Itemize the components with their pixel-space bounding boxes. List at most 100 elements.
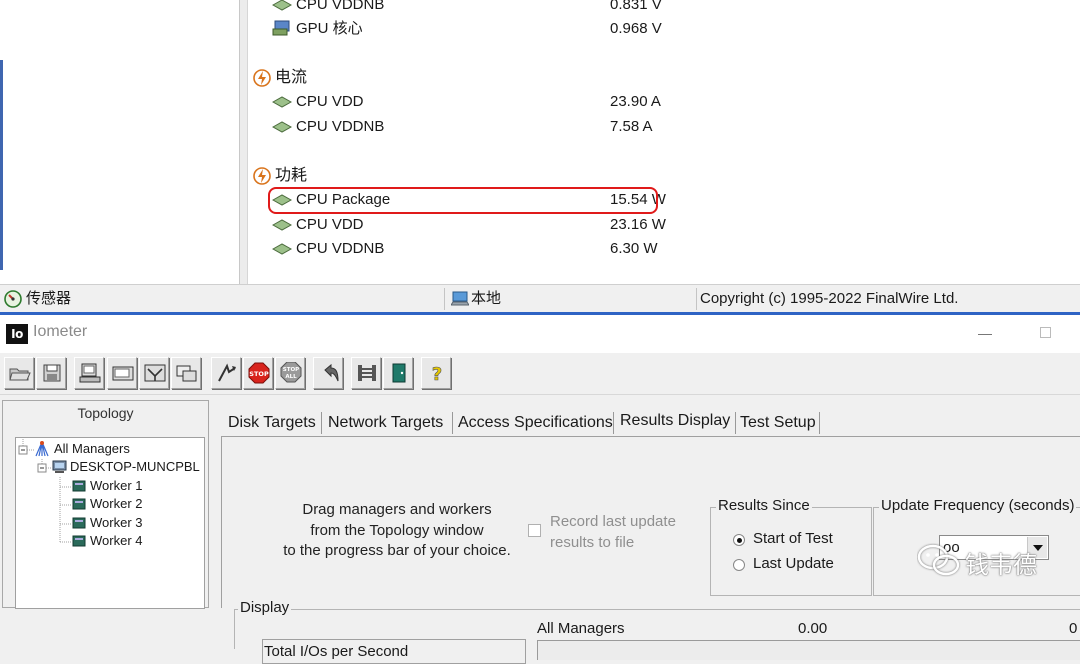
tab-separator	[735, 412, 736, 434]
chip-icon	[272, 96, 292, 108]
sensor-row[interactable]: CPU VDDNB 6.30 W	[272, 238, 672, 260]
start-disk-worker-button[interactable]	[74, 357, 104, 389]
sensor-value: 23.16 W	[610, 216, 666, 233]
exit-button[interactable]	[383, 357, 413, 389]
worker-icon	[72, 498, 86, 510]
tree-label: All Managers	[54, 441, 130, 456]
tab-results-display[interactable]: Results Display	[620, 408, 730, 434]
radio-label: Last Update	[753, 555, 834, 572]
record-label-line: Record last update	[550, 513, 676, 530]
svg-text:STOP: STOP	[283, 367, 299, 373]
tree-label: DESKTOP-MUNCPBL	[70, 459, 200, 474]
tab-access-specifications[interactable]: Access Specifications	[458, 410, 613, 436]
lightning-icon	[253, 167, 271, 185]
worker-icon	[72, 535, 86, 547]
results-since-group: Results Since Start of Test Last Update	[710, 497, 872, 596]
tab-separator	[613, 412, 614, 434]
display-group: Display Total I/Os per Second All Manage…	[234, 599, 1080, 664]
sensor-label: CPU VDDNB	[296, 118, 385, 135]
sensor-value: 0.968 V	[610, 20, 662, 37]
progress-bar-max: 0	[1069, 620, 1078, 637]
copy-worker-button[interactable]	[171, 357, 201, 389]
add-manager-button[interactable]	[139, 357, 169, 389]
tab-test-setup[interactable]: Test Setup	[740, 410, 816, 436]
start-network-worker-icon	[112, 366, 134, 381]
tab-separator	[452, 412, 453, 434]
sensor-label: GPU 核心	[296, 20, 363, 37]
tree-label: Worker 1	[90, 478, 143, 493]
start-tests-button[interactable]	[211, 357, 241, 389]
update-frequency-legend: Update Frequency (seconds)	[879, 497, 1077, 514]
gpu-icon	[272, 20, 290, 36]
save-icon	[43, 364, 61, 382]
start-network-worker-button[interactable]	[107, 357, 137, 389]
disconnect-icon	[358, 365, 376, 381]
record-results-label: Record last update results to file	[550, 512, 676, 553]
record-results-checkbox[interactable]	[528, 524, 541, 537]
sensor-row[interactable]: CPU VDDNB 0.831 V	[272, 0, 672, 16]
minimize-button[interactable]	[978, 334, 992, 335]
category-label: 功耗	[275, 167, 308, 184]
start-disk-worker-icon	[79, 363, 101, 383]
progress-bar[interactable]	[537, 640, 1080, 660]
sensor-value: 6.30 W	[610, 240, 658, 257]
sensor-row[interactable]: CPU VDD 23.90 A	[272, 91, 672, 113]
tab-separator	[819, 412, 820, 434]
worker-icon	[72, 480, 86, 492]
help-button[interactable]: ?	[421, 357, 451, 389]
status-separator	[696, 288, 697, 310]
sensor-row[interactable]: CPU VDD 23.16 W	[272, 214, 672, 236]
sensor-value: 23.90 A	[610, 93, 661, 110]
tree-label: Worker 3	[90, 515, 143, 530]
wechat-watermark: 钱韦德	[917, 541, 1067, 579]
sensor-label: CPU VDD	[296, 93, 364, 110]
svg-text:?: ?	[432, 364, 442, 384]
aida64-window: CPU VDDNB 0.831 V GPU 核心 0.968 V 电流 CPU …	[0, 0, 1080, 315]
stop-button[interactable]: STOP	[243, 357, 273, 389]
instruction-line: from the Topology window	[310, 521, 484, 539]
progress-bar-target-label: All Managers	[537, 620, 625, 637]
drag-instructions: Drag managers and workers from the Topol…	[267, 500, 527, 562]
progress-bar-value: 0.00	[798, 620, 828, 637]
stop-all-button[interactable]: STOP ALL	[275, 357, 305, 389]
sensor-row[interactable]: CPU VDDNB 7.58 A	[272, 116, 672, 138]
add-manager-icon	[144, 364, 166, 382]
instruction-line: to the progress bar of your choice.	[283, 542, 511, 559]
managers-icon	[35, 441, 49, 457]
sensor-label: CPU VDDNB	[296, 0, 385, 13]
sensor-tree-panel	[0, 0, 240, 284]
sensor-row[interactable]: GPU 核心 0.968 V	[272, 18, 672, 40]
help-icon: ?	[431, 364, 442, 384]
tree-label: Worker 2	[90, 496, 143, 511]
tab-network-targets[interactable]: Network Targets	[328, 410, 443, 436]
gauge-icon	[4, 290, 22, 308]
open-button[interactable]	[4, 357, 34, 389]
record-label-line: results to file	[550, 533, 635, 551]
status-location-label: 本地	[471, 290, 502, 307]
wechat-icon	[917, 544, 960, 576]
sensor-value: 7.58 A	[610, 118, 653, 135]
radio-start-of-test[interactable]	[733, 534, 745, 546]
sensor-label: CPU VDD	[296, 216, 364, 233]
worker-icon	[72, 517, 86, 529]
instruction-line: Drag managers and workers	[302, 501, 492, 518]
metric-selector[interactable]: Total I/Os per Second	[262, 639, 526, 664]
sensor-value: 0.831 V	[610, 0, 662, 13]
results-since-legend: Results Since	[716, 497, 812, 514]
reset-workers-button[interactable]	[313, 357, 343, 389]
topology-panel: Topology All Managers DESKTOP-MUNCPBL Wo…	[2, 400, 209, 609]
radio-last-update[interactable]	[733, 559, 745, 571]
highlight-annotation	[268, 187, 658, 214]
maximize-button[interactable]	[1040, 327, 1051, 338]
start-tests-icon	[218, 363, 236, 382]
save-button[interactable]	[36, 357, 66, 389]
category-label: 电流	[275, 69, 308, 86]
tab-disk-targets[interactable]: Disk Targets	[228, 410, 316, 436]
tab-separator	[321, 412, 322, 434]
status-sensor-label: 传感器	[26, 290, 72, 307]
window-title: Iometer	[33, 323, 88, 340]
chip-icon	[272, 243, 292, 255]
disconnect-button[interactable]	[351, 357, 381, 389]
sensor-values-panel: CPU VDDNB 0.831 V GPU 核心 0.968 V 电流 CPU …	[247, 0, 1080, 284]
stop-all-icon: STOPALL	[280, 362, 302, 383]
